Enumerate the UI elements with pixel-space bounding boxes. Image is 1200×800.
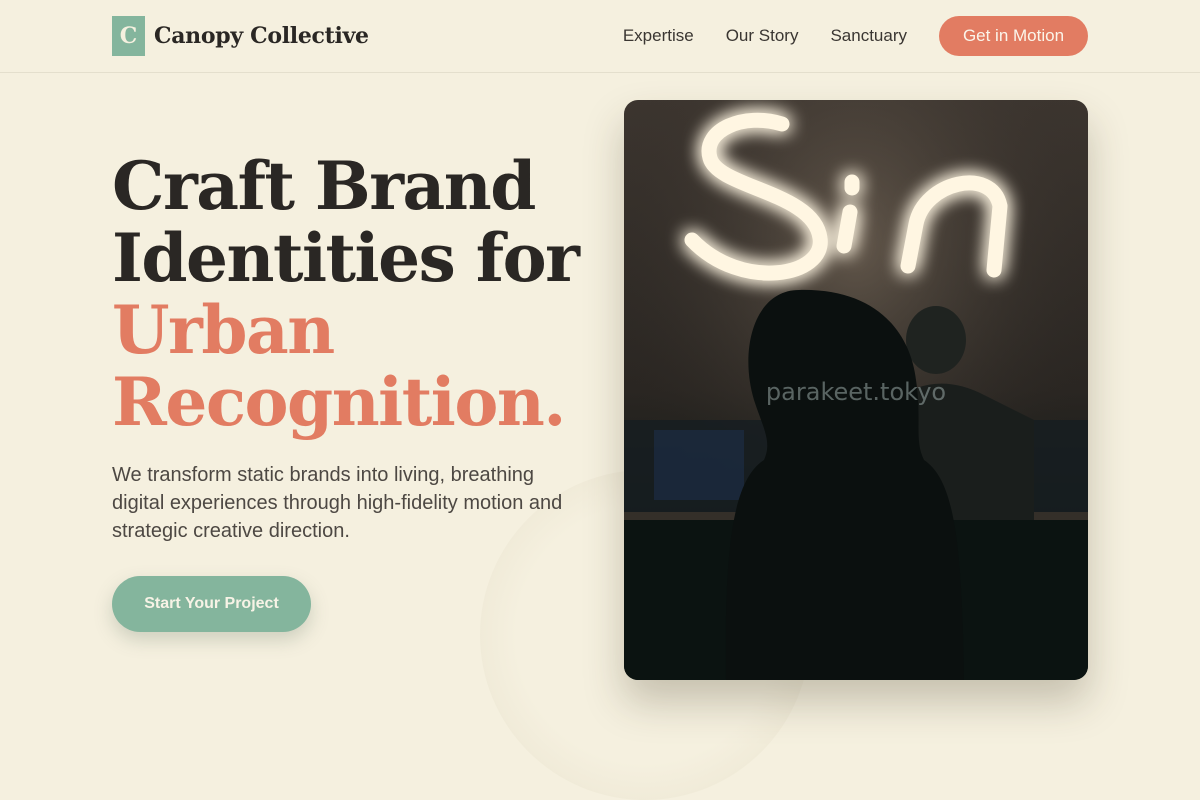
start-project-button[interactable]: Start Your Project [112,576,311,632]
site-header: C Canopy Collective Expertise Our Story … [0,0,1200,73]
image-watermark: parakeet.tokyo [766,378,946,406]
hero-image: parakeet.tokyo [624,100,1088,680]
main-nav: Expertise Our Story Sanctuary Get in Mot… [623,16,1088,56]
hero-subtitle: We transform static brands into living, … [112,464,563,542]
nav-link-our-story[interactable]: Our Story [726,26,799,46]
hero-title-accent-2: Recognition. [112,363,566,441]
hero-title: Craft Brand Identities for Urban Recogni… [112,150,582,438]
get-in-motion-button[interactable]: Get in Motion [939,16,1088,56]
brand-logo[interactable]: C Canopy Collective [112,16,369,56]
hero-photo-illustration: parakeet.tokyo [624,100,1088,680]
hero-title-accent-1: Urban [112,291,335,369]
nav-link-expertise[interactable]: Expertise [623,26,694,46]
hero-title-line-1: Craft Brand [112,147,536,225]
brand-name: Canopy Collective [154,23,369,49]
nav-link-sanctuary[interactable]: Sanctuary [830,26,907,46]
logo-mark: C [112,16,145,56]
hero-title-line-2: Identities for [112,219,580,297]
